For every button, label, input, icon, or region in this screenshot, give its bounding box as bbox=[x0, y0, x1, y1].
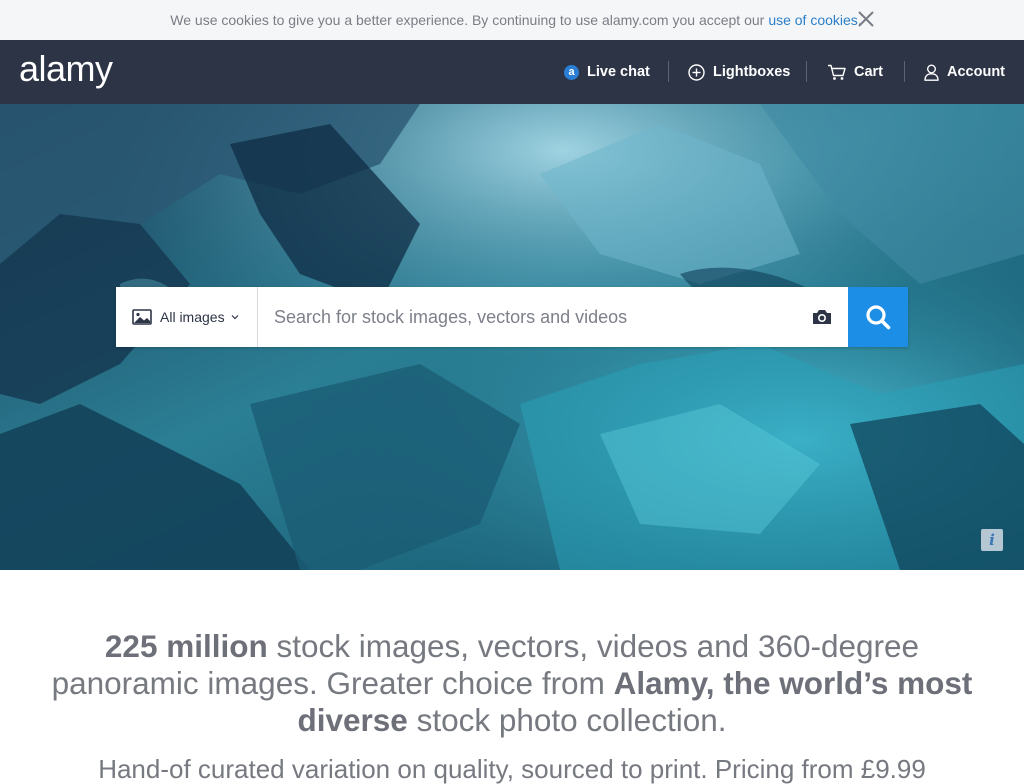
search-type-dropdown[interactable]: All images bbox=[116, 287, 258, 347]
info-icon: i bbox=[989, 530, 995, 549]
chevron-down-icon bbox=[231, 315, 239, 320]
image-info-button[interactable]: i bbox=[981, 529, 1003, 551]
cart-icon bbox=[828, 64, 846, 80]
alamy-logo[interactable]: alamy bbox=[19, 48, 113, 90]
lightboxes-button[interactable]: Lightboxes bbox=[688, 40, 790, 104]
live-chat-icon: a bbox=[564, 64, 579, 80]
search-bar: All images bbox=[116, 287, 908, 347]
cookie-policy-link[interactable]: use of cookies. bbox=[768, 12, 861, 28]
search-button[interactable] bbox=[848, 287, 908, 347]
image-icon bbox=[132, 309, 152, 325]
close-icon[interactable] bbox=[857, 10, 875, 28]
site-header: alamy a Live chat Lightboxes Cart Accoun… bbox=[0, 40, 1024, 104]
hero-banner: All images i bbox=[0, 104, 1024, 570]
live-chat-label: Live chat bbox=[587, 64, 650, 80]
account-label: Account bbox=[947, 64, 1005, 80]
plus-circle-icon bbox=[688, 63, 705, 81]
user-icon bbox=[924, 64, 939, 81]
account-button[interactable]: Account bbox=[924, 40, 1005, 104]
search-type-label: All images bbox=[160, 309, 225, 325]
nav-divider bbox=[806, 61, 807, 82]
nav-divider bbox=[904, 61, 905, 82]
lightboxes-label: Lightboxes bbox=[713, 64, 791, 80]
cart-button[interactable]: Cart bbox=[827, 40, 883, 104]
tagline: 225 million stock images, vectors, video… bbox=[40, 628, 984, 739]
nav-divider bbox=[668, 61, 669, 82]
cookie-banner: We use cookies to give you a better expe… bbox=[0, 0, 1024, 40]
live-chat-button[interactable]: a Live chat bbox=[564, 40, 650, 104]
tagline-count: 225 million bbox=[104, 628, 268, 664]
search-icon bbox=[866, 305, 891, 330]
camera-icon bbox=[813, 310, 831, 324]
tagline-text-2: stock photo collection. bbox=[407, 702, 727, 738]
subheading: Hand-of curated variation on quality, so… bbox=[98, 754, 926, 784]
cart-label: Cart bbox=[854, 64, 884, 80]
cookie-message: We use cookies to give you a better expe… bbox=[170, 12, 765, 28]
search-input[interactable] bbox=[258, 287, 796, 347]
reverse-image-search-button[interactable] bbox=[796, 287, 848, 347]
